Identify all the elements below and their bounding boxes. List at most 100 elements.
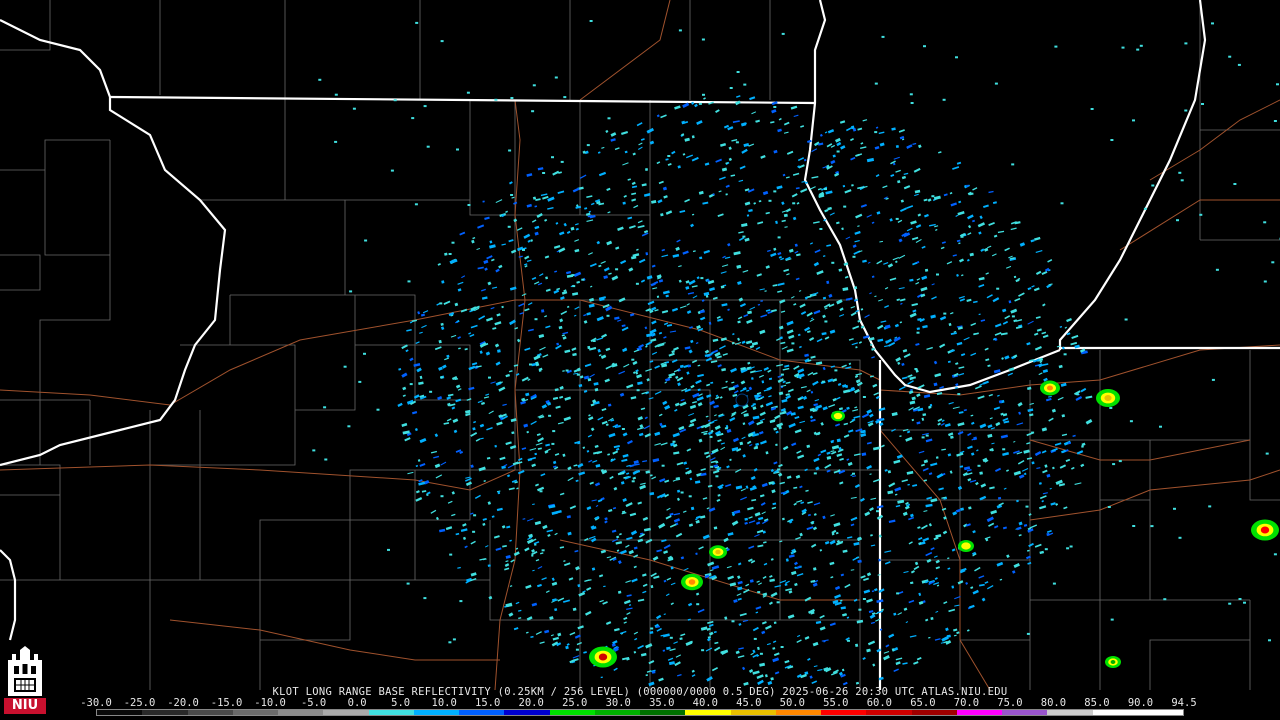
echo-pixel xyxy=(983,204,989,209)
echo-pixel xyxy=(759,652,763,655)
echo-pixel xyxy=(554,453,560,456)
echo-pixel xyxy=(854,240,860,243)
echo-pixel xyxy=(1045,397,1052,402)
echo-pixel xyxy=(916,278,921,281)
echo-pixel xyxy=(778,117,782,121)
echo-pixel xyxy=(834,369,838,372)
echo-pixel xyxy=(544,315,548,318)
echo-pixel xyxy=(617,226,624,231)
echo-pixel xyxy=(695,518,698,521)
echo-pixel xyxy=(728,157,733,162)
echo-pixel xyxy=(683,461,688,465)
echo-pixel xyxy=(852,472,855,475)
echo-pixel xyxy=(799,420,806,424)
echo-pixel xyxy=(913,661,919,665)
echo-pixel xyxy=(910,581,914,585)
echo-pixel xyxy=(468,332,472,335)
echo-pixel xyxy=(605,347,611,352)
echo-pixel xyxy=(767,249,771,252)
echo-pixel xyxy=(836,438,841,443)
echo-pixel xyxy=(1044,464,1048,468)
echo-pixel xyxy=(793,303,797,306)
echo-pixel xyxy=(631,181,636,186)
echo-pixel xyxy=(1002,452,1010,457)
cell-far-e-1 xyxy=(1251,519,1279,541)
echo-pixel xyxy=(615,246,620,250)
echo-pixel xyxy=(910,220,917,225)
echo-pixel xyxy=(622,453,629,458)
echo-pixel xyxy=(871,590,875,593)
echo-pixel xyxy=(691,156,699,162)
echo-pixel xyxy=(955,383,959,387)
echo-pixel xyxy=(665,210,673,215)
echo-pixel xyxy=(579,174,587,179)
echo-pixel xyxy=(770,558,774,561)
echo-pixel xyxy=(537,167,544,171)
echo-pixel xyxy=(812,372,818,376)
echo-pixel xyxy=(1038,505,1047,510)
echo-pixel xyxy=(835,396,841,400)
echo-pixel xyxy=(757,221,764,225)
scale-label: 70.0 xyxy=(953,697,980,709)
echo-pixel xyxy=(705,415,709,418)
echo-pixel xyxy=(759,494,765,498)
echo-pixel xyxy=(845,236,851,240)
echo-pixel xyxy=(590,427,595,432)
echo-pixel xyxy=(473,420,477,424)
echo-pixel xyxy=(863,589,871,594)
echo-pixel xyxy=(790,296,795,299)
echo-pixel xyxy=(854,286,858,290)
echo-pixel xyxy=(673,641,678,645)
echo-pixel xyxy=(703,249,710,254)
scale-label: -5.0 xyxy=(300,697,327,709)
echo-pixel xyxy=(929,223,936,227)
echo-pixel xyxy=(920,286,928,292)
echo-pixel xyxy=(908,599,915,604)
echo-pixel xyxy=(1228,55,1232,58)
echo-pixel xyxy=(598,574,604,578)
echo-pixel xyxy=(866,648,871,653)
echo-pixel xyxy=(708,623,714,628)
echo-pixel xyxy=(768,199,772,202)
echo-pixel xyxy=(637,416,643,421)
echo-pixel xyxy=(782,173,786,177)
cell-s-2 xyxy=(709,545,727,559)
echo-pixel xyxy=(1025,505,1029,508)
echo-pixel xyxy=(956,631,960,635)
echo-pixel xyxy=(626,611,631,615)
echo-pixel xyxy=(872,383,878,388)
echo-pixel xyxy=(804,636,810,640)
echo-pixel xyxy=(896,454,903,459)
echo-pixel xyxy=(707,561,715,567)
echo-pixel xyxy=(600,354,607,359)
echo-pixel xyxy=(717,213,724,218)
echo-pixel xyxy=(1008,300,1012,304)
echo-pixel xyxy=(704,162,710,166)
echo-pixel xyxy=(591,499,597,502)
echo-pixel xyxy=(957,211,965,216)
echo-pixel xyxy=(938,151,942,154)
echo-pixel xyxy=(652,555,659,561)
echo-pixel xyxy=(959,298,966,302)
echo-pixel xyxy=(765,265,770,269)
echo-pixel xyxy=(775,443,778,446)
echo-pixel xyxy=(617,560,622,565)
echo-pixel xyxy=(551,581,558,586)
echo-pixel xyxy=(457,281,464,285)
echo-pixel xyxy=(418,479,423,483)
echo-pixel xyxy=(593,382,599,386)
echo-pixel xyxy=(663,336,667,339)
echo-pixel xyxy=(464,545,468,549)
echo-pixel xyxy=(806,295,812,299)
echo-pixel xyxy=(1034,543,1042,548)
echo-pixel xyxy=(797,333,801,337)
echo-pixel xyxy=(993,406,1001,411)
echo-pixel xyxy=(469,333,475,338)
echo-pixel xyxy=(874,295,877,298)
echo-pixel xyxy=(1263,221,1267,224)
echo-pixel xyxy=(972,219,976,223)
echo-pixel xyxy=(990,447,994,452)
echo-pixel xyxy=(867,640,876,646)
echo-pixel xyxy=(710,465,714,468)
echo-pixel xyxy=(979,215,983,220)
